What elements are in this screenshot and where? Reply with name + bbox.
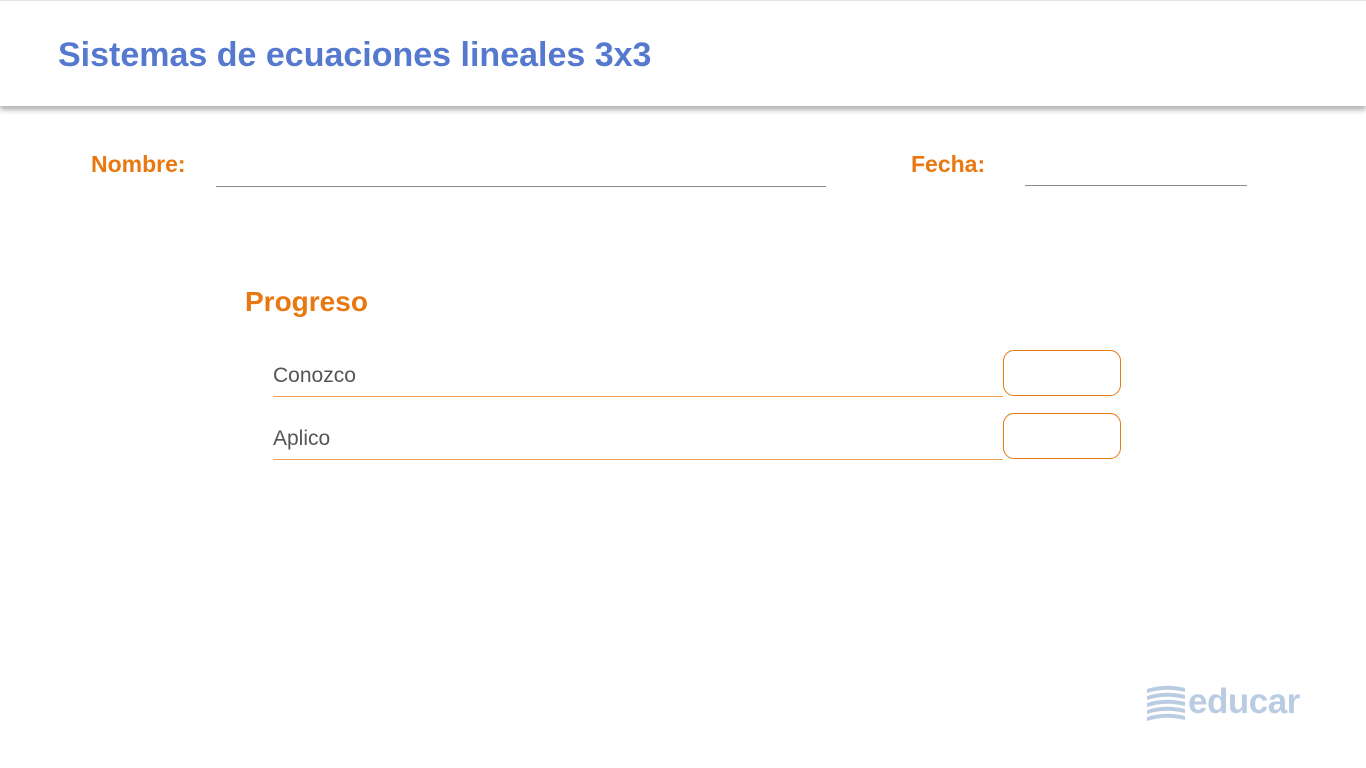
- progress-line-conozco: [273, 396, 1003, 397]
- progress-line-aplico: [273, 459, 1003, 460]
- page-title: Sistemas de ecuaciones lineales 3x3: [58, 36, 652, 74]
- name-label: Nombre:: [91, 151, 186, 177]
- date-field[interactable]: [1025, 185, 1247, 186]
- progress-box-aplico[interactable]: [1003, 413, 1121, 459]
- progress-box-conozco[interactable]: [1003, 350, 1121, 396]
- progress-label-conozco: Conozco: [273, 364, 356, 387]
- stacked-books-icon: [1147, 685, 1185, 721]
- progress-title: Progreso: [245, 286, 368, 317]
- name-field[interactable]: [216, 186, 826, 187]
- progress-label-aplico: Aplico: [273, 427, 331, 450]
- date-label: Fecha:: [911, 151, 986, 177]
- educar-logo: educar: [1145, 682, 1305, 724]
- page-header: Sistemas de ecuaciones lineales 3x3: [0, 0, 1366, 106]
- logo-text: educar: [1188, 682, 1300, 721]
